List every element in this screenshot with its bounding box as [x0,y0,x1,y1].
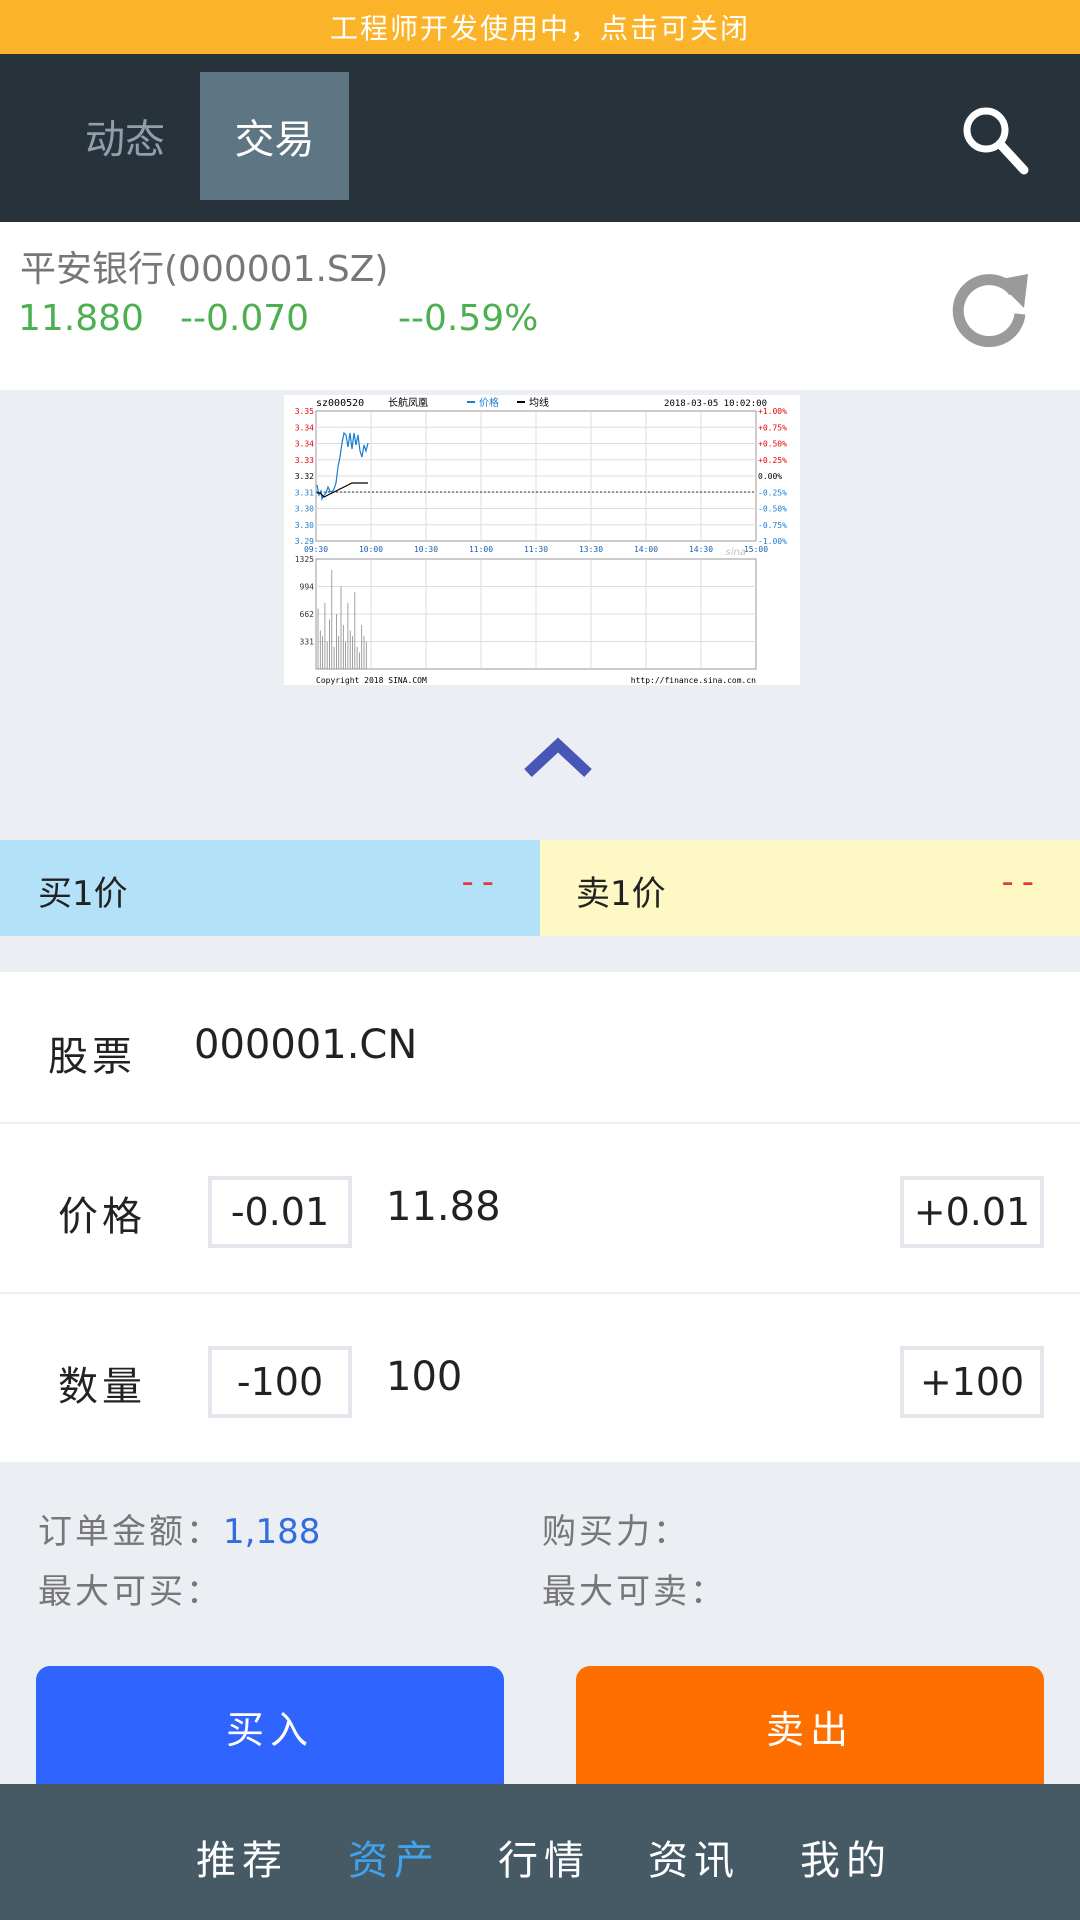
y-left-tick-label: 3.35 [295,407,314,416]
bottom-navigation: 推荐 资产 行情 资讯 我的 [0,1784,1080,1920]
sell-button[interactable]: 卖出 [576,1666,1044,1786]
current-price: 11.880 [18,298,144,339]
nav-item-news[interactable]: 资讯 [648,1828,740,1886]
price-increase-button[interactable]: +0.01 [900,1176,1044,1248]
bid1-value: -- [461,862,502,902]
x-tick-label: 10:00 [359,545,383,554]
quantity-label: 数量 [58,1364,146,1410]
buy-button[interactable]: 买入 [36,1666,504,1786]
quantity-decrease-button[interactable]: -100 [208,1346,352,1418]
order-form: 股票 000001.CN 价格 -0.01 11.88 +0.01 数量 -10… [0,972,1080,1462]
y-right-tick-label: +0.50% [758,440,787,449]
chart-copyright: Copyright 2018 SINA.COM [316,676,427,685]
price-row: 价格 -0.01 11.88 +0.01 [0,1124,1080,1294]
nav-item-mine[interactable]: 我的 [800,1828,892,1886]
top-app-bar: 动态 交易 [0,54,1080,222]
nav-item-assets[interactable]: 资产 [348,1828,440,1886]
chart-stock-name: 长航凤凰 [388,396,428,409]
y-left-tick-label: 3.30 [295,505,314,514]
price-decrease-button[interactable]: -0.01 [208,1176,352,1248]
y-right-tick-label: -0.75% [758,521,787,530]
ask1-value: -- [1001,862,1042,902]
chart-legend-avg: 均线 [529,396,549,409]
price-change-percent: --0.59% [398,298,539,339]
quantity-row: 数量 -100 100 +100 [0,1294,1080,1462]
volume-tick-label: 662 [300,610,315,619]
order-amount-value: 1,188 [223,1512,321,1552]
y-left-tick-label: 3.31 [295,488,314,497]
y-left-tick-label: 3.34 [295,423,314,432]
quantity-increase-button[interactable]: +100 [900,1346,1044,1418]
price-input[interactable]: 11.88 [386,1184,501,1230]
y-left-tick-label: 3.33 [295,456,314,465]
price-label: 价格 [58,1194,146,1240]
x-tick-label: 14:30 [689,545,713,554]
y-left-tick-label: 3.30 [295,521,314,530]
order-amount: 订单金额：1,188 [38,1504,320,1553]
stock-code-field[interactable]: 000001.CN [194,1022,417,1068]
volume-tick-label: 331 [300,638,315,647]
x-tick-label: 09:30 [304,545,328,554]
stock-name: 平安银行(000001.SZ) [20,249,389,290]
max-buy-label: 最大可买： [38,1572,223,1612]
chart-datetime: 2018-03-05 10:02:00 [664,399,767,409]
y-right-tick-label: +0.25% [758,456,787,465]
stock-quote-header: 平安银行(000001.SZ) 11.880 --0.070 --0.59% [0,222,1080,390]
order-amount-label: 订单金额： [38,1512,223,1552]
chevron-up-icon[interactable] [522,735,594,779]
x-tick-label: 11:30 [524,545,548,554]
x-tick-label: 14:00 [634,545,658,554]
y-left-tick-label: 3.34 [295,440,314,449]
ask1-label: 卖1价 [576,874,666,914]
tab-dynamic[interactable]: 动态 [58,72,192,200]
chart-source-url: http://finance.sina.com.cn [631,676,756,685]
volume-tick-label: 1325 [295,555,314,564]
x-tick-label: 11:00 [469,545,493,554]
y-right-tick-label: +1.00% [758,407,787,416]
y-left-tick-label: 3.32 [295,472,314,481]
nav-item-market[interactable]: 行情 [498,1828,590,1886]
chart-legend-price: 价格 [479,396,499,409]
y-axis-left-labels: 3.353.343.343.333.323.313.303.303.29 [295,407,314,546]
sina-watermark: sina [726,547,746,558]
refresh-icon[interactable] [946,264,1032,350]
buying-power-label: 购买力： [542,1512,690,1552]
chart-area: sz000520 长航凤凰 价格 均线 2018-03-05 10:02:00 … [0,390,1080,840]
bid1-label: 买1价 [38,874,128,914]
quantity-input[interactable]: 100 [386,1354,462,1400]
max-sell-label: 最大可卖： [542,1572,727,1612]
stock-label: 股票 [48,1034,136,1080]
order-book: 买1价 -- 卖1价 -- [0,840,1080,936]
x-axis-labels: 09:30 10:00 10:30 11:00 11:30 13:30 14:00 14:30… [304,545,768,554]
y-right-tick-label: +0.75% [758,423,787,432]
nav-item-recommend[interactable]: 推荐 [196,1828,288,1886]
search-icon[interactable] [958,102,1030,178]
y-right-tick-label: -0.25% [758,488,787,497]
volume-tick-label: 994 [300,583,315,592]
x-tick-label: 15:00 [744,545,768,554]
developer-mode-banner[interactable]: 工程师开发使用中，点击可关闭 [0,0,1080,54]
price-change: --0.070 [180,298,310,339]
bid1-price-panel: 买1价 -- [0,840,540,936]
chart-stock-code: sz000520 [316,398,364,409]
x-tick-label: 13:30 [579,545,603,554]
y-right-tick-label: -0.50% [758,505,787,514]
y-right-tick-label: 0.00% [758,472,782,481]
x-tick-label: 10:30 [414,545,438,554]
intraday-chart[interactable]: sz000520 长航凤凰 价格 均线 2018-03-05 10:02:00 … [284,395,800,685]
tab-trade[interactable]: 交易 [200,72,349,200]
stock-row[interactable]: 股票 000001.CN [0,972,1080,1124]
ask1-price-panel: 卖1价 -- [540,840,1080,936]
